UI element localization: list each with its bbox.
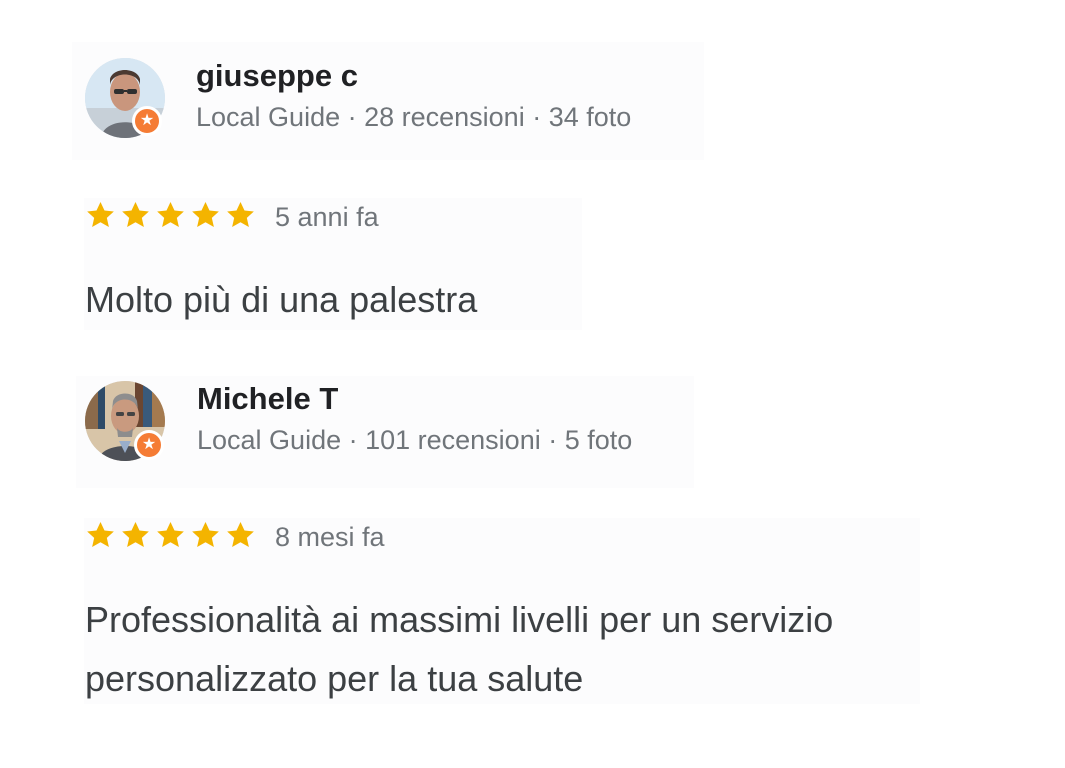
star-icon (87, 522, 114, 548)
review-body: 5 anni fa Molto più di una palestra (84, 198, 582, 330)
local-guide-badge-icon: ★ (134, 430, 164, 460)
review-time: 8 mesi fa (275, 522, 385, 552)
review-text: Molto più di una palestra (85, 279, 478, 320)
author-name[interactable]: giuseppe c (196, 58, 358, 94)
star-rating (84, 519, 257, 552)
author-header[interactable]: giuseppe c Local Guide · 28 recensioni ·… (72, 42, 704, 160)
star-icon (227, 202, 254, 228)
review-text: Professionalità ai massimi livelli per u… (85, 599, 834, 699)
star-icon (227, 522, 254, 548)
star-icon (192, 202, 219, 228)
star-icon (157, 202, 184, 228)
star-icon (157, 522, 184, 548)
star-icon (122, 202, 149, 228)
review-body: 8 mesi fa Professionalità ai massimi liv… (84, 518, 920, 704)
review-time: 5 anni fa (275, 202, 379, 232)
star-icon (192, 522, 219, 548)
star-icon (87, 202, 114, 228)
author-meta: Local Guide · 101 recensioni · 5 foto (197, 425, 633, 455)
local-guide-badge-icon: ★ (132, 106, 162, 136)
star-icon (122, 522, 149, 548)
author-meta: Local Guide · 28 recensioni · 34 foto (196, 102, 632, 132)
author-name[interactable]: Michele T (197, 381, 338, 417)
star-rating (84, 199, 257, 232)
author-header[interactable]: Michele T Local Guide · 101 recensioni ·… (76, 376, 694, 488)
